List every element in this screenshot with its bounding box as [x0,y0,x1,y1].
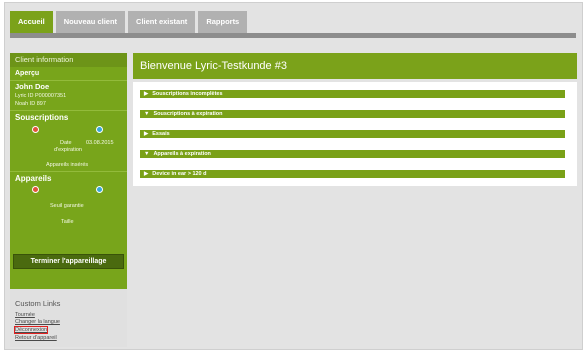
tab-client-existant[interactable]: Client existant [128,11,196,33]
chevron-right-icon: ▶ [144,131,149,137]
accordion-label: Souscriptions à expiration [153,111,223,117]
accordion-souscriptions-incompletes[interactable]: ▶ Souscriptions incomplètes [140,90,565,98]
appareils-title: Appareils [15,174,52,183]
accordion-device-in-ear[interactable]: ▶ Device in ear > 120 d [140,170,565,178]
custom-link-language[interactable]: Changer la langue [15,319,60,325]
chevron-down-icon: ▼ [144,151,150,157]
accordion-essais[interactable]: ▶ Essais [140,130,565,138]
divider [10,171,127,172]
sidebar-header: Client information [10,53,127,67]
custom-link-tournee[interactable]: Tournée [15,312,35,318]
expiry-date-label: Date [60,140,72,146]
status-red-icon [32,126,39,133]
chevron-down-icon: ▼ [144,111,150,117]
chevron-right-icon: ▶ [144,171,149,177]
divider [10,80,127,81]
tab-rapports[interactable]: Rapports [198,11,248,33]
appareils-inseres-link[interactable]: Appareils insérés [46,162,88,168]
taille-text: Taille [61,219,74,225]
sidebar: Client information Aperçu John Doe Lyric… [10,53,127,347]
finish-fitting-button[interactable]: Terminer l'appareillage [13,254,124,269]
chevron-right-icon: ▶ [144,91,149,97]
client-info-panel: Client information Aperçu John Doe Lyric… [10,53,127,289]
accordion-label: Souscriptions incomplètes [152,91,223,97]
page-title: Bienvenue Lyric-Testkunde #3 [133,53,577,79]
expiry-date-label-2: d'expiration [54,147,82,153]
apercu-label: Aperçu [15,70,40,77]
status-blue-icon [96,186,103,193]
accordion-label: Device in ear > 120 d [152,171,207,177]
accordion-label: Essais [152,131,170,137]
expiry-date-value: 03.08.2015 [86,140,114,146]
lyric-id: Lyric ID P000007351 [15,93,67,99]
accordion-souscriptions-expiration[interactable]: ▼ Souscriptions à expiration [140,110,565,118]
accordion-appareils-expiration[interactable]: ▼ Appareils à expiration [140,150,565,158]
accordion-label: Appareils à expiration [153,151,211,157]
custom-link-device-return[interactable]: Retour d'appareil [15,335,57,341]
custom-links-title: Custom Links [15,299,61,308]
client-name: John Doe [15,82,50,91]
tabs-divider [10,33,576,38]
main-content: Bienvenue Lyric-Testkunde #3 ▶ Souscripti… [133,53,577,347]
souscriptions-title: Souscriptions [15,113,69,122]
status-red-icon [32,186,39,193]
tab-nouveau-client[interactable]: Nouveau client [55,11,126,33]
status-blue-icon [96,126,103,133]
tab-accueil[interactable]: Accueil [10,11,53,33]
custom-link-logout[interactable]: Déconnexion [13,326,49,334]
divider [10,110,127,111]
top-tabs: Accueil Nouveau client Client existant R… [10,11,248,33]
noah-id: Noah ID 897 [15,101,46,107]
accordion-panel: ▶ Souscriptions incomplètes ▼ Souscription… [133,82,577,186]
seuil-garantie-text: Seuil garantie [50,203,84,209]
